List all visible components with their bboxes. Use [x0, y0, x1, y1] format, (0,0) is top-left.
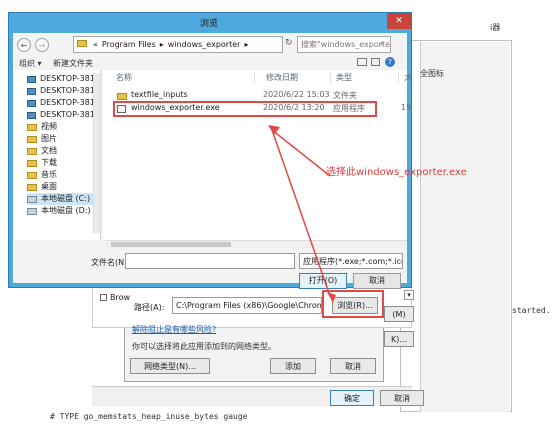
forward-icon[interactable]: →	[35, 38, 49, 52]
help-icon[interactable]: ?	[385, 57, 395, 67]
path-label: 路径(A):	[134, 303, 165, 312]
folder-icon	[117, 93, 127, 100]
nav-item[interactable]: 音乐	[27, 169, 100, 181]
new-folder-button[interactable]: 新建文件夹	[53, 58, 93, 69]
back-icon[interactable]: ←	[17, 38, 31, 52]
k-button[interactable]: K)...	[384, 331, 414, 347]
nav-item[interactable]: DESKTOP-3816	[27, 109, 100, 121]
cancel-button[interactable]: 取消	[353, 273, 401, 289]
background-window-caption-text: ⅰ器	[490, 23, 501, 32]
nav-item-label: DESKTOP-3816	[40, 74, 100, 83]
navigation-pane: DESKTOP-3816 DESKTOP-3816 DESKTOP-3816 DESK…	[13, 70, 101, 240]
nav-item[interactable]: 文档	[27, 145, 100, 157]
file-name: textfile_inputs	[131, 90, 188, 99]
background-window-cut-text: 全图标	[420, 69, 444, 78]
search-icon: ⌕	[380, 39, 385, 48]
breadcrumb[interactable]: «Program Files ▸ windows_exporter ▸	[73, 36, 283, 53]
folder-icon	[27, 135, 37, 143]
computer-icon	[27, 87, 36, 95]
path-field[interactable]: C:\Program Files (x86)\Google\Chrome\App	[172, 297, 322, 314]
column-header-date[interactable]: 修改日期	[263, 72, 331, 84]
browse-button-highlight-box	[322, 290, 384, 318]
preview-pane-icon[interactable]	[371, 58, 380, 66]
nav-item[interactable]: 下载	[27, 157, 100, 169]
nav-item[interactable]: 桌面	[27, 181, 100, 193]
nav-item[interactable]: DESKTOP-3816	[27, 85, 100, 97]
nav-item[interactable]: 图片	[27, 133, 100, 145]
nav-item[interactable]: 视频	[27, 121, 100, 133]
file-type-select[interactable]: 应用程序(*.exe;*.com;*.icd)	[299, 253, 403, 269]
nav-item-label: DESKTOP-3816	[40, 110, 100, 119]
dialog-body: ← → «Program Files ▸ windows_exporter ▸ ↻ 搜…	[13, 33, 412, 289]
open-button[interactable]: 打开(O)	[299, 273, 347, 289]
m-button[interactable]: (M)	[384, 306, 414, 322]
column-header-size[interactable]: 大	[401, 72, 412, 84]
nav-item[interactable]: DESKTOP-3816	[27, 97, 100, 109]
file-date: 2020/6/22 15:03	[263, 90, 330, 99]
file-list: 名称 修改日期 类型 大 textfile_inputs 2020/6/22 1…	[103, 70, 412, 240]
column-headers: 名称 修改日期 类型 大	[103, 72, 412, 84]
dialog-title: 浏览	[199, 19, 218, 29]
folder-icon	[27, 123, 37, 131]
dialog-cancel-button[interactable]: 取消	[330, 358, 376, 374]
computer-icon	[27, 99, 36, 107]
scroll-thumb[interactable]	[111, 242, 231, 247]
browse-checkbox[interactable]	[100, 294, 107, 301]
computer-icon	[27, 75, 36, 83]
file-size: 15	[401, 103, 412, 112]
browse-checkbox-label: Brow	[110, 293, 131, 302]
organize-button[interactable]: 组织 ▾	[19, 58, 42, 69]
column-header-type[interactable]: 类型	[333, 72, 399, 84]
outer-cancel-button[interactable]: 取消	[380, 390, 424, 406]
terminal-started-line: started.	[512, 306, 551, 315]
nav-item-label: 下载	[41, 158, 57, 167]
outer-ok-button[interactable]: 确定	[330, 390, 374, 406]
horizontal-scrollbar[interactable]	[103, 240, 407, 248]
dropdown-arrow-icon[interactable]: ▾	[404, 290, 414, 300]
nav-item-label: 本地磁盘 (D:)	[41, 206, 91, 215]
view-options-icon[interactable]	[357, 58, 367, 66]
nav-scrollbar[interactable]	[93, 73, 100, 233]
nav-item-label: 桌面	[41, 182, 57, 191]
nav-item[interactable]: DESKTOP-3816	[27, 73, 100, 85]
annotation-text: 选择此windows_exporter.exe	[326, 167, 467, 178]
nav-item[interactable]: 本地磁盘 (D:)	[27, 205, 100, 217]
folder-icon	[27, 183, 37, 191]
refresh-icon[interactable]: ↻	[285, 38, 297, 50]
nav-item[interactable]: 本地磁盘 (C:)	[27, 193, 100, 205]
terminal-bottom-line: # TYPE go_memstats_heap_inuse_bytes gaug…	[50, 412, 248, 421]
folder-icon	[27, 159, 37, 167]
folder-icon	[27, 171, 37, 179]
drive-icon	[27, 207, 37, 215]
network-type-button[interactable]: 网络类型(N)...	[130, 358, 210, 374]
nav-item-label: DESKTOP-3816	[40, 86, 100, 95]
folder-icon	[77, 40, 87, 47]
nav-item-label: 本地磁盘 (C:)	[41, 194, 91, 203]
add-button[interactable]: 添加	[270, 358, 316, 374]
breadcrumb-program-files[interactable]: Program Files	[100, 37, 158, 52]
computer-icon	[27, 111, 36, 119]
nav-item-label: 图片	[41, 134, 57, 143]
nav-item-label: 视频	[41, 122, 57, 131]
breadcrumb-windows-exporter[interactable]: windows_exporter	[166, 37, 243, 52]
nav-item-label: DESKTOP-3816	[40, 98, 100, 107]
nav-item-label: 文档	[41, 146, 57, 155]
browse-dialog: 浏览 ✕ ← → «Program Files ▸ windows_exporter…	[8, 12, 412, 289]
network-info-text: 你可以选择将此应用添加到的网络类型。	[132, 342, 276, 351]
column-header-name[interactable]: 名称	[113, 72, 255, 84]
risk-link[interactable]: 解除阻止是有哪些风险?	[132, 324, 216, 335]
folder-icon	[27, 147, 37, 155]
close-icon[interactable]: ✕	[387, 13, 411, 29]
background-window-content	[420, 42, 510, 412]
drive-icon	[27, 195, 37, 203]
filename-input[interactable]	[125, 253, 295, 269]
exe-highlight-box	[113, 101, 377, 117]
search-input[interactable]: 搜索"windows_exporter"	[297, 36, 391, 53]
file-type: 文件夹	[333, 91, 357, 100]
nav-item-label: 音乐	[41, 170, 57, 179]
